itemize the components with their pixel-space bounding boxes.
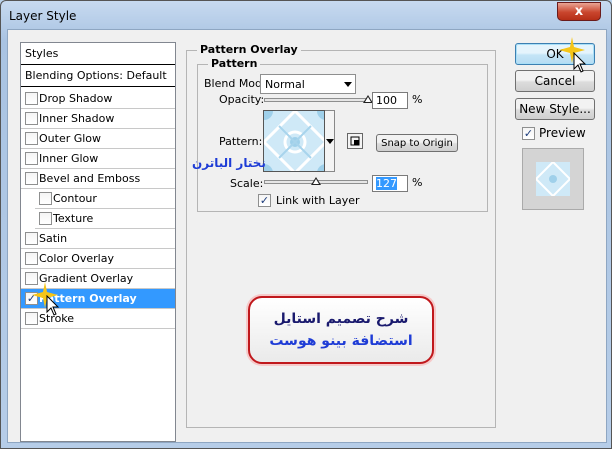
style-item-label: Contour bbox=[53, 192, 97, 205]
style-item-color-overlay[interactable]: Color Overlay bbox=[21, 249, 175, 269]
style-item-stroke[interactable]: Stroke bbox=[21, 309, 175, 329]
style-item-label: Satin bbox=[39, 232, 68, 245]
tutorial-banner: شرح تصميم استايل استضافة بينو هوست bbox=[248, 296, 434, 364]
style-checkbox[interactable] bbox=[25, 232, 38, 245]
pattern-label: Pattern: bbox=[219, 135, 263, 148]
style-checkbox[interactable] bbox=[25, 152, 38, 165]
style-item-label: Inner Shadow bbox=[39, 112, 115, 125]
checkmark-icon: ✓ bbox=[523, 127, 534, 140]
pattern-overlay-title: Pattern Overlay bbox=[197, 43, 301, 56]
new-preset-icon bbox=[350, 136, 360, 146]
mouse-pointer-icon bbox=[573, 52, 587, 73]
mouse-pointer-icon bbox=[46, 295, 60, 316]
style-item-drop-shadow[interactable]: Drop Shadow bbox=[21, 89, 175, 109]
style-item-outer-glow[interactable]: Outer Glow bbox=[21, 129, 175, 149]
style-item-inner-shadow[interactable]: Inner Shadow bbox=[21, 109, 175, 129]
style-item-satin[interactable]: Satin bbox=[21, 229, 175, 249]
dialog-body: Styles Blending Options: Default Drop Sh… bbox=[7, 29, 607, 443]
style-preview bbox=[522, 148, 584, 210]
banner-line-1: شرح تصميم استايل bbox=[273, 311, 409, 327]
preview-checkbox[interactable]: ✓ bbox=[522, 127, 535, 140]
pattern-preview-image bbox=[264, 111, 324, 171]
style-item-label: Texture bbox=[53, 212, 94, 225]
new-preset-button[interactable] bbox=[347, 133, 363, 149]
scale-label: Scale: bbox=[230, 177, 264, 190]
link-with-layer-label: Link with Layer bbox=[276, 194, 360, 207]
scale-input[interactable]: 127 bbox=[372, 175, 408, 192]
style-item-inner-glow[interactable]: Inner Glow bbox=[21, 149, 175, 169]
pattern-caption: نختار الباترن bbox=[192, 156, 266, 170]
style-checkbox[interactable] bbox=[25, 312, 38, 325]
style-item-label: Outer Glow bbox=[39, 132, 102, 145]
style-checkbox[interactable] bbox=[25, 92, 38, 105]
style-checkbox[interactable] bbox=[39, 192, 52, 205]
pattern-swatch[interactable] bbox=[263, 110, 325, 172]
style-item-label: Color Overlay bbox=[39, 252, 114, 265]
style-checkbox[interactable] bbox=[25, 172, 38, 185]
style-checkbox[interactable] bbox=[25, 132, 38, 145]
blending-options-item[interactable]: Blending Options: Default bbox=[21, 65, 175, 87]
opacity-slider-track[interactable] bbox=[264, 98, 368, 102]
style-item-texture[interactable]: Texture bbox=[35, 209, 175, 229]
scale-percent: % bbox=[412, 176, 423, 189]
scale-value: 127 bbox=[376, 177, 397, 190]
close-icon: x bbox=[574, 4, 584, 19]
opacity-label: Opacity: bbox=[219, 93, 265, 106]
style-checkbox[interactable] bbox=[25, 112, 38, 125]
blend-mode-select[interactable]: Normal bbox=[260, 74, 356, 94]
pattern-subgroup-title: Pattern bbox=[208, 57, 261, 70]
preview-label: Preview bbox=[539, 126, 586, 140]
style-item-bevel-and-emboss[interactable]: Bevel and Emboss bbox=[21, 169, 175, 189]
opacity-value: 100 bbox=[376, 94, 397, 107]
window-title: Layer Style bbox=[9, 9, 77, 23]
blend-mode-value: Normal bbox=[265, 78, 305, 91]
style-item-contour[interactable]: Contour bbox=[35, 189, 175, 209]
style-item-label: Drop Shadow bbox=[39, 92, 113, 105]
layer-style-window: Layer Style x Styles Blending Options: D… bbox=[0, 0, 612, 449]
preview-pattern-image bbox=[536, 162, 570, 196]
scale-slider-thumb[interactable] bbox=[311, 177, 321, 185]
close-button[interactable]: x bbox=[557, 2, 601, 21]
opacity-percent: % bbox=[412, 93, 423, 106]
snap-to-origin-button[interactable]: Snap to Origin bbox=[376, 134, 458, 152]
chevron-down-icon bbox=[344, 82, 352, 87]
style-item-label: Bevel and Emboss bbox=[39, 172, 141, 185]
style-checkbox[interactable] bbox=[25, 252, 38, 265]
new-style-button[interactable]: New Style... bbox=[515, 98, 595, 120]
banner-line-2: استضافة بينو هوست bbox=[269, 333, 413, 349]
opacity-input[interactable]: 100 bbox=[372, 92, 408, 109]
styles-list: Styles Blending Options: Default Drop Sh… bbox=[20, 42, 176, 442]
style-checkbox[interactable] bbox=[39, 212, 52, 225]
style-item-label: Inner Glow bbox=[39, 152, 99, 165]
link-with-layer-checkbox[interactable]: ✓ bbox=[258, 194, 271, 207]
styles-header[interactable]: Styles bbox=[21, 43, 175, 65]
chevron-down-icon bbox=[326, 139, 334, 144]
pattern-picker-button[interactable] bbox=[325, 110, 335, 172]
checkmark-icon: ✓ bbox=[259, 194, 270, 207]
